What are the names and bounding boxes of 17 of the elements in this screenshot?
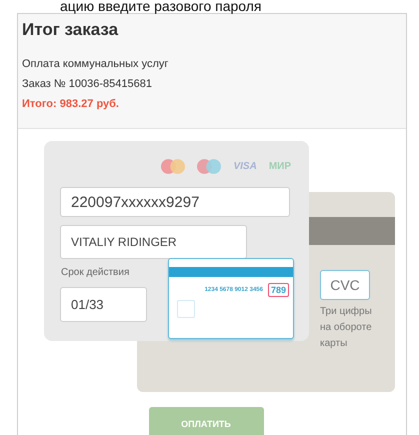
brand-logo-text: МИР [268, 161, 291, 172]
expiry-label: Срок действия [61, 267, 130, 278]
cvc-input-field[interactable]: CVC [320, 270, 370, 300]
chip-square [177, 300, 195, 318]
cardholder-field[interactable]: VITALIY RIDINGER [60, 225, 247, 259]
cvc-hint: Три цифры на обороте карты [320, 305, 373, 351]
expiry-field[interactable]: 01/33 [60, 287, 147, 322]
brand-logo-text: VISA [233, 161, 257, 172]
order-description: Оплата коммунальных услуг [22, 57, 170, 72]
card-number-field[interactable]: 220097xxxxxx9297 [60, 187, 290, 217]
overlapping-circles-icon [161, 159, 186, 174]
overlapping-circles-icon [197, 159, 222, 174]
order-number: Заказ № 10036-85415681 [22, 77, 153, 92]
heading-text: ацию введите разового пароля [59, 0, 263, 13]
order-total: Итого: 983.27 руб. [22, 97, 120, 112]
cvc-sample: 789 [268, 283, 289, 297]
order-title: Итог заказа [22, 20, 120, 40]
